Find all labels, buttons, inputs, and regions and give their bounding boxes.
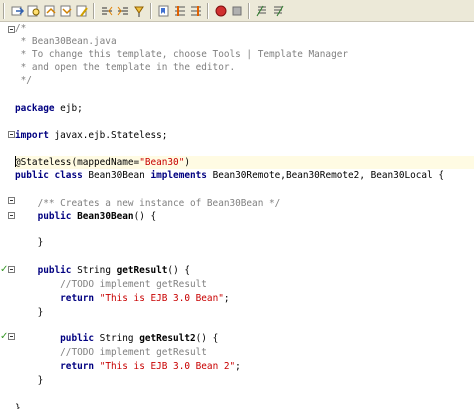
fold-toggle-comment[interactable] <box>8 26 15 33</box>
check-icon: ✓ <box>0 331 9 342</box>
code-line: //TODO implement getResult <box>60 347 207 358</box>
find-next-button[interactable] <box>58 3 73 18</box>
shift-next-icon <box>133 6 144 17</box>
code-line-class-declaration: public class Bean30Bean implements Bean3… <box>15 170 444 181</box>
code-line-package: package ejb; <box>15 103 83 114</box>
shift-right-button[interactable] <box>115 3 130 18</box>
code-line: return "This is EJB 3.0 Bean 2"; <box>60 361 241 372</box>
stop-macro-icon <box>232 6 241 15</box>
toolbar-grip <box>3 3 5 19</box>
toggle-bookmark-button[interactable] <box>156 3 171 18</box>
toggle-bookmark-icon <box>158 5 168 16</box>
fold-toggle-constructor[interactable] <box>8 212 15 219</box>
code-line-getresult2: public String getResult2() { <box>60 333 219 344</box>
toolbar-separator <box>93 3 95 19</box>
shift-next-button[interactable] <box>131 3 146 18</box>
shift-left-icon <box>101 6 112 15</box>
code-line-constructor: public Bean30Bean() { <box>37 211 157 222</box>
back-icon <box>11 6 24 15</box>
code-line: * and open the template in the editor. <box>15 62 236 73</box>
find-previous-button[interactable] <box>42 3 57 18</box>
previous-bookmark-button[interactable] <box>172 3 187 18</box>
comment-button[interactable] <box>254 3 269 18</box>
editor-toolbar <box>0 0 474 22</box>
previous-bookmark-icon <box>174 5 185 16</box>
code-line: } <box>37 237 44 248</box>
code-line: * To change this template, choose Tools … <box>15 49 349 60</box>
next-bookmark-button[interactable] <box>188 3 203 18</box>
uncomment-icon <box>273 5 283 16</box>
toolbar-separator <box>207 3 209 19</box>
fold-toggle-getresult2[interactable] <box>8 333 15 340</box>
fold-toggle-import[interactable] <box>8 131 15 138</box>
start-macro-icon <box>215 5 226 16</box>
code-line: } <box>37 307 44 318</box>
stop-macro-button[interactable] <box>229 3 244 18</box>
code-line: } <box>15 403 21 409</box>
code-line: */ <box>15 75 32 86</box>
toolbar-separator <box>150 3 152 19</box>
shift-left-button[interactable] <box>99 3 114 18</box>
fold-toggle-javadoc[interactable] <box>8 197 15 204</box>
find-selection-button[interactable] <box>26 3 41 18</box>
code-line-javadoc: /** Creates a new instance of Bean30Bean… <box>37 198 281 209</box>
find-selection-icon <box>27 5 39 16</box>
find-previous-icon <box>44 5 56 16</box>
code-line-annotation: @Stateless(mappedName="Bean30") <box>15 156 474 169</box>
code-line: * Bean30Bean.java <box>15 36 117 47</box>
back-button[interactable] <box>10 3 25 18</box>
code-editor[interactable]: /* * Bean30Bean.java * To change this te… <box>15 22 474 409</box>
code-line: } <box>37 375 44 386</box>
code-line: //TODO implement getResult <box>60 279 207 290</box>
toggle-highlight-icon <box>76 5 88 17</box>
uncomment-button[interactable] <box>270 3 285 18</box>
fold-toggle-getresult[interactable] <box>8 266 15 273</box>
toggle-highlight-button[interactable] <box>74 3 89 18</box>
start-macro-button[interactable] <box>213 3 228 18</box>
shift-right-icon <box>117 6 128 15</box>
code-line-getresult: public String getResult() { <box>37 265 190 276</box>
editor-gutter: ✓ ✓ <box>0 22 15 409</box>
code-line: /* <box>15 23 27 34</box>
code-line: return "This is EJB 3.0 Bean"; <box>60 293 230 304</box>
comment-icon <box>256 5 266 16</box>
toolbar-separator <box>248 3 250 19</box>
find-next-icon <box>60 5 72 16</box>
check-icon: ✓ <box>0 264 9 275</box>
next-bookmark-icon <box>190 5 201 16</box>
code-line-import: import javax.ejb.Stateless; <box>15 130 168 141</box>
